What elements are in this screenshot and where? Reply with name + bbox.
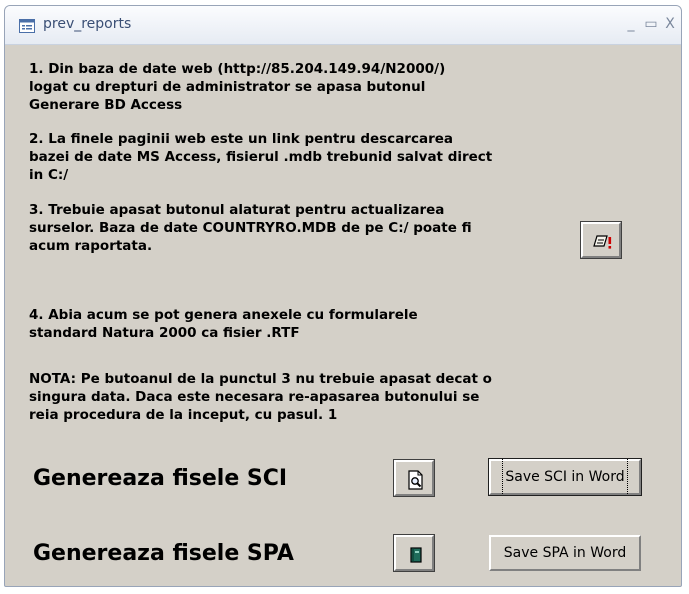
- save-spa-in-word-button[interactable]: Save SPA in Word: [489, 535, 641, 571]
- save-sci-label: Save SCI in Word: [502, 458, 628, 496]
- save-spa-label: Save SPA in Word: [503, 545, 627, 561]
- prev-reports-window: prev_reports _ ▭ X 1. Din baza de date w…: [4, 5, 682, 587]
- title-bar[interactable]: prev_reports _ ▭ X: [5, 6, 681, 45]
- close-button[interactable]: X: [662, 16, 678, 32]
- sci-preview-button[interactable]: [393, 459, 435, 497]
- spa-label: Genereaza fisele SPA: [33, 541, 294, 566]
- save-sci-in-word-button[interactable]: Save SCI in Word: [488, 458, 642, 496]
- update-sources-icon: [593, 235, 612, 249]
- book-icon: [410, 547, 422, 563]
- instruction-step-1: 1. Din baza de date web (http://85.204.1…: [29, 61, 446, 113]
- window-title: prev_reports: [43, 16, 132, 32]
- spa-report-button[interactable]: [393, 534, 435, 572]
- form-icon: [19, 18, 35, 33]
- sci-label: Genereaza fisele SCI: [33, 466, 288, 491]
- update-sources-button[interactable]: [580, 221, 622, 259]
- instruction-step-4: 4. Abia acum se pot genera anexele cu fo…: [29, 307, 418, 341]
- instruction-step-3: 3. Trebuie apasat butonul alaturat pentr…: [29, 202, 472, 254]
- minimize-button[interactable]: _: [623, 16, 639, 32]
- instruction-step-2: 2. La finele paginii web este un link pe…: [29, 131, 493, 183]
- print-preview-icon: [408, 470, 423, 490]
- maximize-button[interactable]: ▭: [643, 16, 659, 32]
- note-text: NOTA: Pe butoanul de la punctul 3 nu tre…: [29, 371, 492, 423]
